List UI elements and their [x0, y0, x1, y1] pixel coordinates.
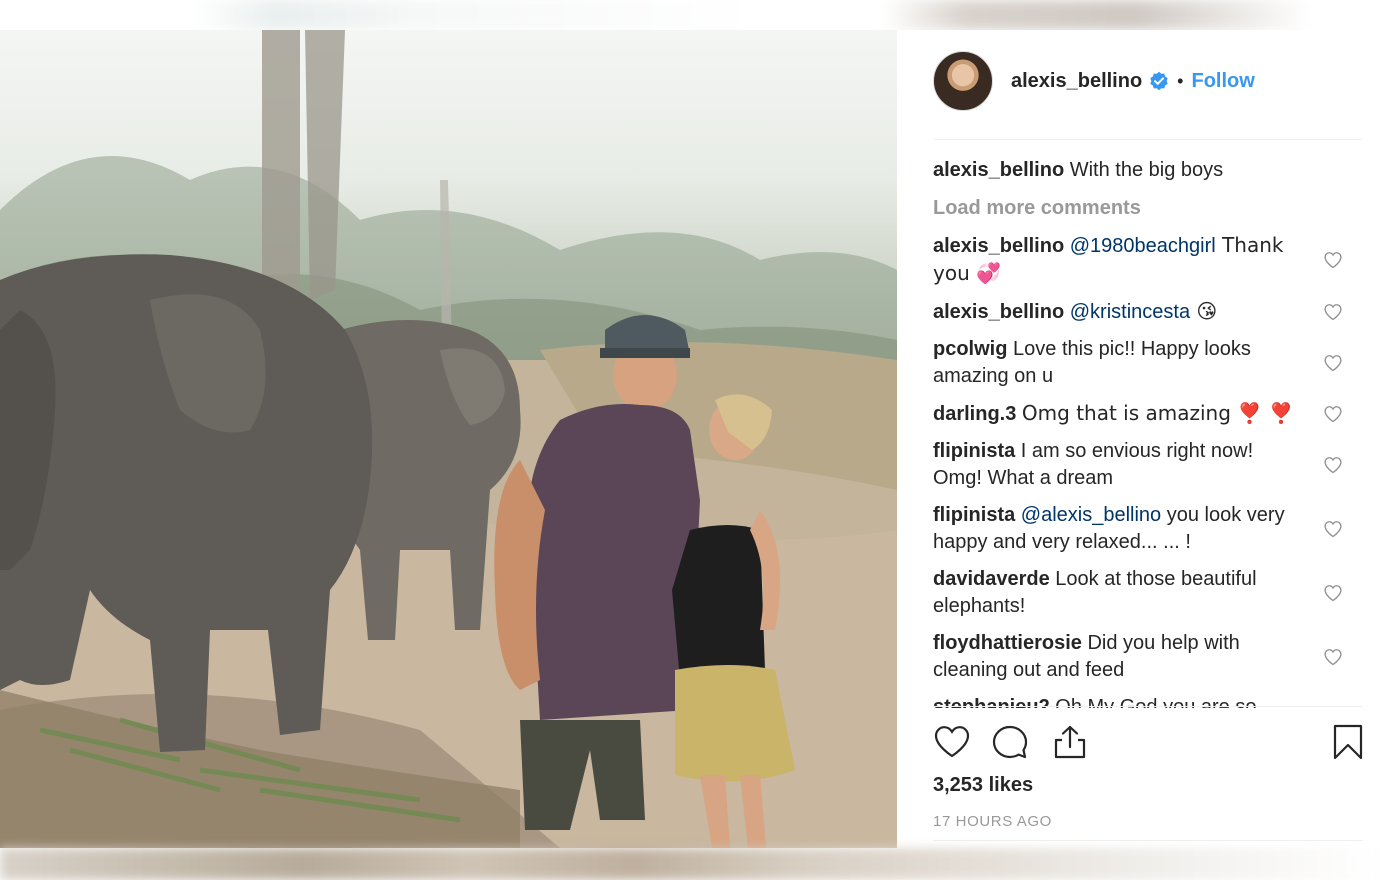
comment-item: flipinista @alexis_bellino you look very… [933, 502, 1363, 556]
separator-dot: • [1177, 70, 1184, 91]
heart-outline-icon[interactable] [933, 723, 971, 761]
heart-outline-icon[interactable] [1323, 519, 1343, 539]
comment-username[interactable]: pcolwig [933, 338, 1007, 360]
verified-badge-icon [1150, 71, 1168, 91]
comment-username[interactable]: darling.3 [933, 403, 1016, 425]
heart-outline-icon[interactable] [1323, 250, 1343, 270]
comment-username[interactable]: flipinista [933, 504, 1015, 526]
post-header: alexis_bellino • Follow [933, 50, 1363, 112]
comment-item: darling.3 Omg that is amazing ❣️ ❣️ [933, 400, 1363, 428]
comment-item: floydhattierosie Did you help with clean… [933, 630, 1363, 684]
author-username[interactable]: alexis_bellino [1011, 70, 1142, 93]
comment-username[interactable]: alexis_bellino [933, 235, 1064, 257]
blurred-bottom-band [0, 848, 1380, 880]
post-details-panel: alexis_bellino • Follow alexis_bellino W… [897, 30, 1380, 848]
load-more-comments-button[interactable]: Load more comments [933, 195, 1363, 222]
comment-username[interactable]: davidaverde [933, 568, 1050, 590]
comment-item: alexis_bellino @1980beachgirl Thank you … [933, 232, 1363, 288]
avatar[interactable] [933, 51, 993, 111]
comment-item: pcolwig Love this pic!! Happy looks amaz… [933, 336, 1363, 390]
comment-text: Omg that is amazing ❣️ ❣️ [1021, 401, 1294, 425]
actions-divider [933, 706, 1363, 707]
comment-text: 😘 [1190, 299, 1218, 323]
post-photo[interactable] [0, 30, 897, 848]
heart-outline-icon[interactable] [1323, 647, 1343, 667]
heart-outline-icon[interactable] [1323, 583, 1343, 603]
comment-item: alexis_bellino @kristincesta 😘 [933, 298, 1363, 326]
caption-text: With the big boys [1069, 159, 1224, 181]
comment-username[interactable]: flipinista [933, 440, 1015, 462]
comment-username[interactable]: floydhattierosie [933, 632, 1082, 654]
comment-item: davidaverde Look at those beautiful elep… [933, 566, 1363, 620]
comment-username[interactable]: alexis_bellino [933, 301, 1064, 323]
comment-bubble-icon[interactable] [991, 723, 1029, 761]
comment-mention[interactable]: @kristincesta [1070, 301, 1190, 323]
caption-username[interactable]: alexis_bellino [933, 159, 1064, 181]
comment-mention[interactable]: @alexis_bellino [1021, 504, 1161, 526]
likes-count[interactable]: 3,253 likes [933, 774, 1033, 797]
footer-divider [933, 840, 1363, 841]
photo-illustration [0, 30, 897, 848]
follow-button[interactable]: Follow [1191, 70, 1254, 93]
heart-outline-icon[interactable] [1323, 455, 1343, 475]
header-divider [933, 139, 1363, 140]
heart-outline-icon[interactable] [1323, 302, 1343, 322]
blurred-top-band [0, 0, 1380, 30]
post-caption: alexis_bellino With the big boys [933, 157, 1363, 184]
comment-mention[interactable]: @1980beachgirl [1070, 235, 1216, 257]
post-timestamp[interactable]: 17 HOURS AGO [933, 813, 1052, 830]
comment-item: flipinista I am so envious right now! Om… [933, 438, 1363, 492]
post-actions-bar [933, 723, 1363, 763]
bookmark-icon[interactable] [1329, 723, 1367, 761]
heart-outline-icon[interactable] [1323, 404, 1343, 424]
comments-list[interactable]: alexis_bellino With the big boys Load mo… [933, 152, 1363, 708]
heart-outline-icon[interactable] [1323, 353, 1343, 373]
share-icon[interactable] [1051, 723, 1089, 761]
